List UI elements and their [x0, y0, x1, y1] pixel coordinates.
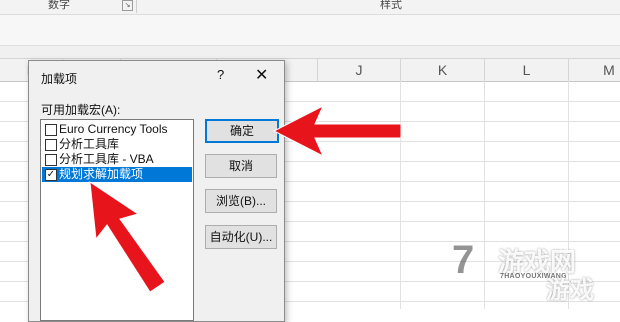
arrow-pointing-to-ok-button — [272, 104, 402, 158]
watermark-name-bottom: 游戏 — [546, 277, 594, 304]
watermark-number: 7 — [452, 238, 475, 282]
watermark-domain: 7ax.com — [558, 245, 596, 256]
site-watermark-logo: 7 游戏网 7ax.com 7HAOYOUXIWANG 游戏 — [440, 230, 620, 309]
arrow-pointing-to-solver-item — [89, 180, 166, 293]
